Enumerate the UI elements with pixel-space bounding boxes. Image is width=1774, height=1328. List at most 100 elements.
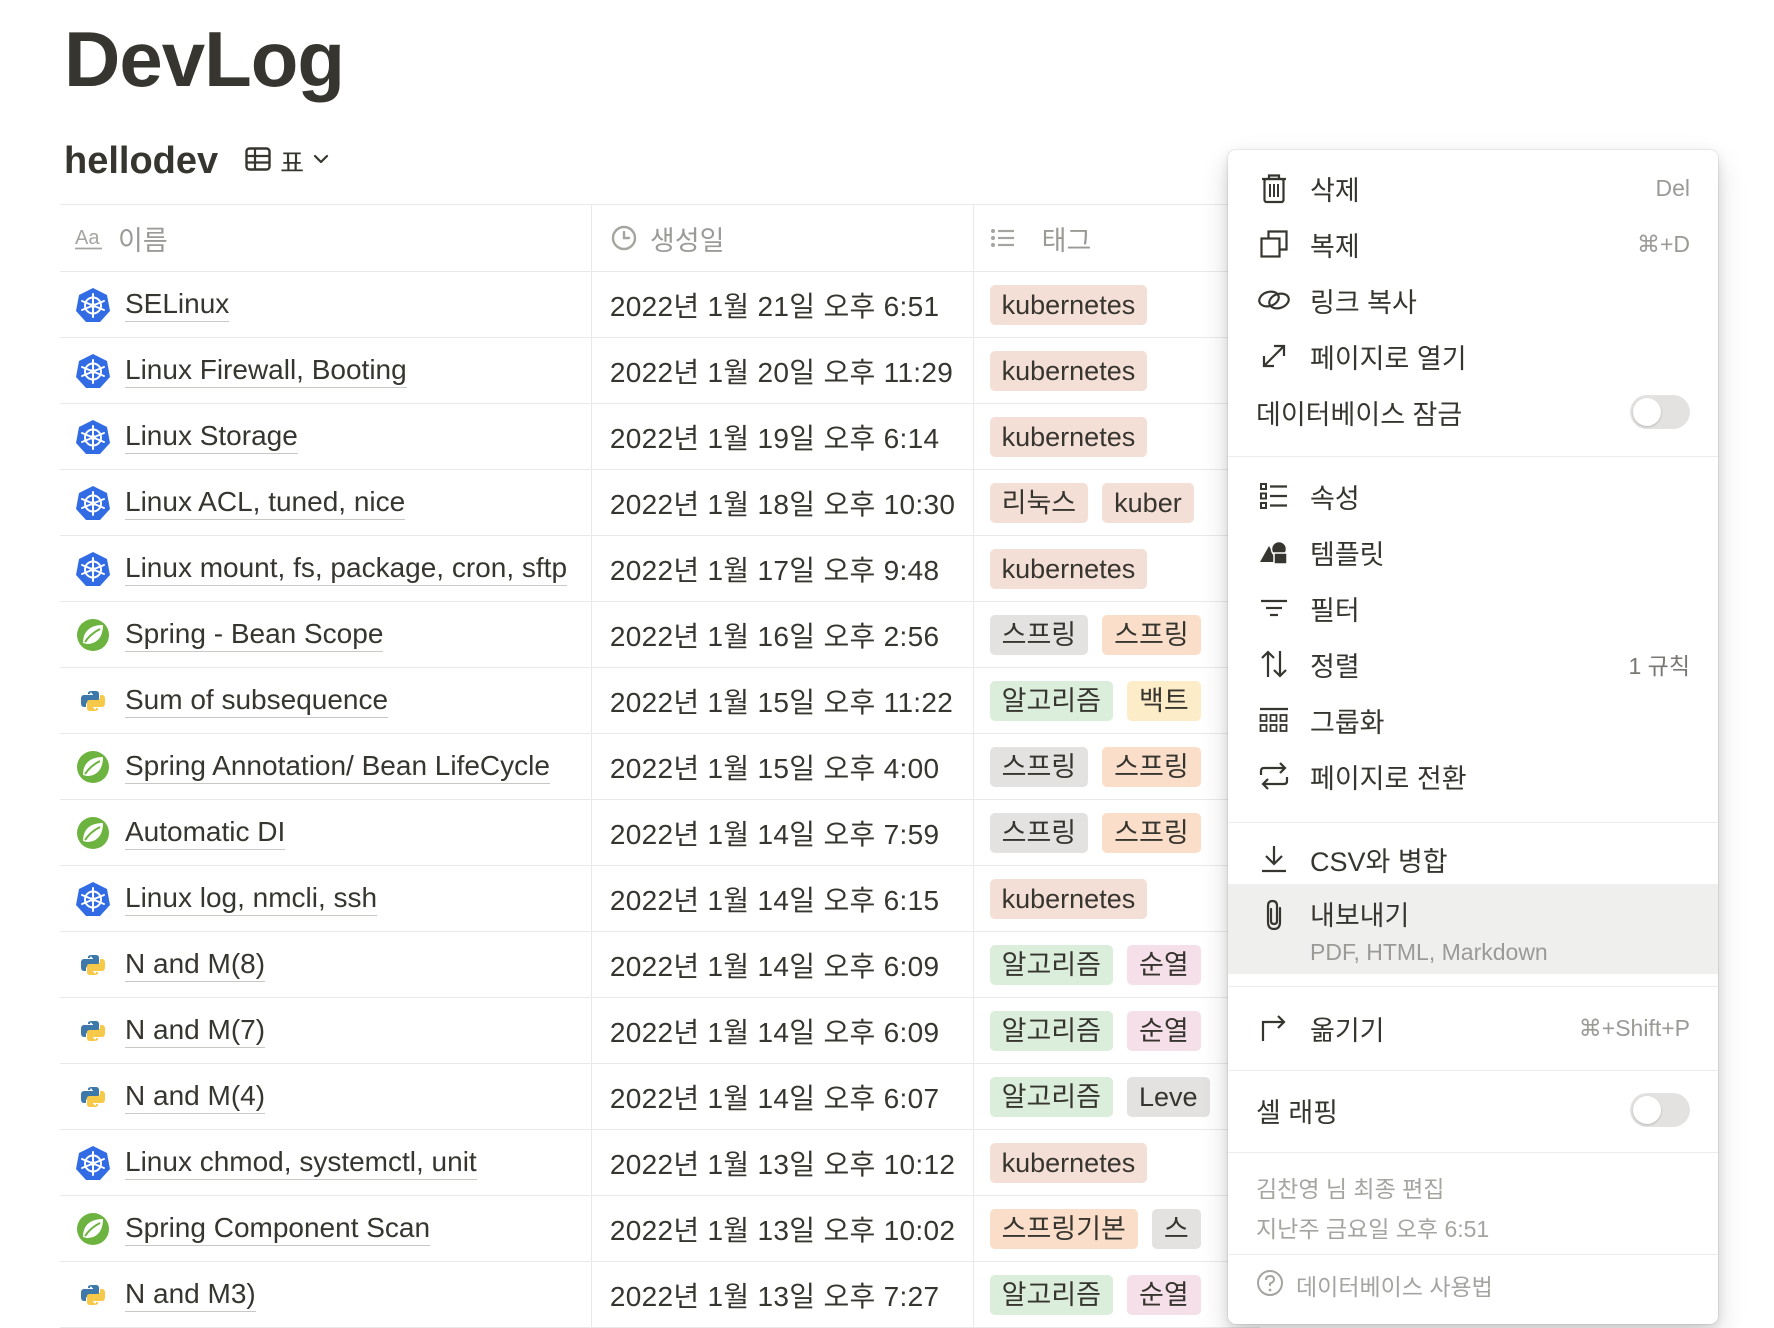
cell-tags[interactable]: kubernetes [974,866,1260,931]
menu-item-wrap-cells[interactable]: 셀 래핑 [1228,1082,1718,1138]
menu-item-templates[interactable]: 템플릿 [1228,524,1718,580]
column-header-name[interactable]: Aa 이름 [60,205,592,271]
page-link[interactable]: SELinux [125,287,230,322]
page-link[interactable]: N and M(7) [125,1013,266,1048]
tag-chip[interactable]: kubernetes [989,1142,1148,1183]
menu-item-group[interactable]: 그룹화 [1228,692,1718,748]
cell-name[interactable]: N and M(8) [60,932,592,997]
cell-created[interactable]: 2022년 1월 20일 오후 11:29 [592,338,974,403]
page-link[interactable]: Spring Annotation/ Bean LifeCycle [125,749,550,784]
cell-name[interactable]: Sum of subsequence [60,668,592,733]
page-link[interactable]: Linux log, nmcli, ssh [125,881,378,916]
tag-chip[interactable]: kubernetes [989,548,1148,589]
page-link[interactable]: N and M(4) [125,1079,266,1114]
table-row[interactable]: Automatic DI 2022년 1월 14일 오후 7:59 스프링 스프링 [60,800,1260,866]
cell-created[interactable]: 2022년 1월 15일 오후 11:22 [592,668,974,733]
cell-created[interactable]: 2022년 1월 15일 오후 4:00 [592,734,974,799]
page-link[interactable]: Linux chmod, systemctl, unit [125,1145,477,1180]
menu-item-turn-into-page[interactable]: 페이지로 전환 [1228,748,1718,804]
tag-chip[interactable]: Leve [1127,1076,1210,1117]
cell-name[interactable]: N and M(7) [60,998,592,1063]
tag-chip[interactable]: 스프링 [1102,746,1201,787]
cell-created[interactable]: 2022년 1월 13일 오후 7:27 [592,1262,974,1327]
tag-chip[interactable]: 스프링 [989,812,1089,853]
cell-name[interactable]: N and M(4) [60,1064,592,1129]
tag-chip[interactable]: 스프링 [1102,614,1201,655]
cell-tags[interactable]: 스프링 스프링 [974,800,1260,865]
database-name[interactable]: hellodev [64,140,218,183]
tag-chip[interactable]: 알고리즘 [989,1010,1113,1051]
column-header-created[interactable]: 생성일 [592,205,974,271]
cell-created[interactable]: 2022년 1월 14일 오후 6:07 [592,1064,974,1129]
page-link[interactable]: Linux Storage [125,419,298,454]
tag-chip[interactable]: kuber [1102,482,1194,523]
table-row[interactable]: Linux chmod, systemctl, unit 2022년 1월 13일… [60,1130,1260,1196]
tag-chip[interactable]: 스프링 [1102,812,1201,853]
page-link[interactable]: Sum of subsequence [125,683,389,718]
lock-database-toggle[interactable] [1630,395,1690,429]
table-row[interactable]: Spring Annotation/ Bean LifeCycle 2022년 1… [60,734,1260,800]
tag-chip[interactable]: kubernetes [989,284,1148,325]
tag-chip[interactable]: kubernetes [989,350,1148,391]
tag-chip[interactable]: kubernetes [989,878,1148,919]
table-row[interactable]: Linux log, nmcli, ssh 2022년 1월 14일 오후 6:1… [60,866,1260,932]
page-link[interactable]: Linux ACL, tuned, nice [125,485,406,520]
cell-name[interactable]: N and M3) [60,1262,592,1327]
cell-created[interactable]: 2022년 1월 14일 오후 6:15 [592,866,974,931]
tag-chip[interactable]: 백트 [1127,680,1201,721]
table-row[interactable]: N and M3) 2022년 1월 13일 오후 7:27 알고리즘 순열 [60,1262,1260,1328]
tag-chip[interactable]: 스프링 [989,746,1089,787]
menu-item-copy-link[interactable]: 링크 복사 [1228,272,1718,328]
cell-name[interactable]: SELinux [60,272,592,337]
page-link[interactable]: Linux Firewall, Booting [125,353,407,388]
table-row[interactable]: N and M(7) 2022년 1월 14일 오후 6:09 알고리즘 순열 [60,998,1260,1064]
cell-name[interactable]: Automatic DI [60,800,592,865]
table-row[interactable]: Linux ACL, tuned, nice 2022년 1월 18일 오후 10… [60,470,1260,536]
table-row[interactable]: SELinux 2022년 1월 21일 오후 6:51 kubernetes [60,272,1260,338]
tag-chip[interactable]: 스프링 [989,614,1089,655]
cell-created[interactable]: 2022년 1월 14일 오후 6:09 [592,998,974,1063]
cell-created[interactable]: 2022년 1월 14일 오후 6:09 [592,932,974,997]
cell-tags[interactable]: kubernetes [974,272,1260,337]
table-row[interactable]: N and M(4) 2022년 1월 14일 오후 6:07 알고리즘 Leve [60,1064,1260,1130]
cell-name[interactable]: Linux Firewall, Booting [60,338,592,403]
cell-created[interactable]: 2022년 1월 13일 오후 10:12 [592,1130,974,1195]
cell-tags[interactable]: 스프링 스프링 [974,734,1260,799]
tag-chip[interactable]: 알고리즘 [989,944,1113,985]
cell-name[interactable]: Spring Annotation/ Bean LifeCycle [60,734,592,799]
tag-chip[interactable]: 순열 [1127,944,1201,985]
cell-created[interactable]: 2022년 1월 16일 오후 2:56 [592,602,974,667]
cell-created[interactable]: 2022년 1월 19일 오후 6:14 [592,404,974,469]
cell-name[interactable]: Spring Component Scan [60,1196,592,1261]
cell-name[interactable]: Linux log, nmcli, ssh [60,866,592,931]
table-row[interactable]: Spring Component Scan 2022년 1월 13일 오후 10:… [60,1196,1260,1262]
menu-item-merge-csv[interactable]: CSV와 병합 [1228,831,1718,887]
table-row[interactable]: Linux Firewall, Booting 2022년 1월 20일 오후 1… [60,338,1260,404]
menu-item-delete[interactable]: 삭제 Del [1228,160,1718,216]
table-row[interactable]: Linux mount, fs, package, cron, sftp 2022… [60,536,1260,602]
menu-item-properties[interactable]: 속성 [1228,468,1718,524]
cell-name[interactable]: Spring - Bean Scope [60,602,592,667]
menu-item-filter[interactable]: 필터 [1228,580,1718,636]
page-link[interactable]: N and M(8) [125,947,266,982]
tag-chip[interactable]: 스 [1151,1208,1201,1249]
tag-chip[interactable]: 스프링기본 [989,1208,1138,1249]
page-link[interactable]: Spring - Bean Scope [125,617,384,652]
tag-chip[interactable]: 알고리즘 [989,680,1113,721]
table-row[interactable]: Spring - Bean Scope 2022년 1월 16일 오후 2:56 스… [60,602,1260,668]
cell-tags[interactable]: 알고리즘 순열 [974,1262,1260,1327]
page-link[interactable]: Automatic DI [125,815,286,850]
menu-item-duplicate[interactable]: 복제 ⌘+D [1228,216,1718,272]
cell-created[interactable]: 2022년 1월 17일 오후 9:48 [592,536,974,601]
cell-name[interactable]: Linux mount, fs, package, cron, sftp [60,536,592,601]
cell-tags[interactable]: kubernetes [974,404,1260,469]
cell-created[interactable]: 2022년 1월 13일 오후 10:02 [592,1196,974,1261]
page-link[interactable]: Spring Component Scan [125,1211,431,1246]
menu-item-sort[interactable]: 정렬 1 규칙 [1228,636,1718,692]
menu-item-export[interactable]: 내보내기 PDF, HTML, Markdown [1228,884,1718,974]
tag-chip[interactable]: 알고리즘 [989,1274,1113,1315]
cell-tags[interactable]: 스프링 스프링 [974,602,1260,667]
cell-created[interactable]: 2022년 1월 14일 오후 7:59 [592,800,974,865]
page-link[interactable]: Linux mount, fs, package, cron, sftp [125,551,568,586]
tag-chip[interactable]: 순열 [1127,1274,1201,1315]
